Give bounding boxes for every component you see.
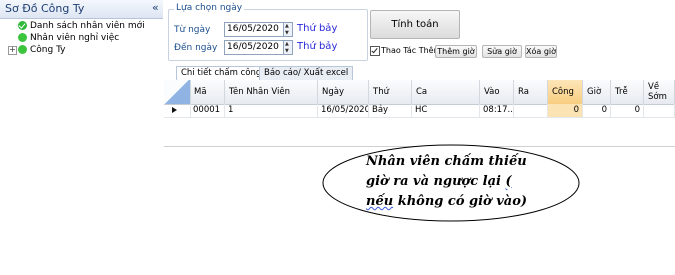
cell-vao[interactable]: 08:17... <box>480 104 514 117</box>
to-weekday: Thứ bảy <box>297 41 338 52</box>
green-dot-icon <box>18 33 27 42</box>
callout-text-fragment: ( <box>505 174 512 189</box>
from-weekday: Thứ bảy <box>297 23 338 34</box>
spin-down-icon[interactable]: ▼ <box>285 48 289 54</box>
tab-report-export[interactable]: Báo cáo/ Xuất excel <box>259 66 354 80</box>
to-date-label: Đến ngày <box>174 43 218 53</box>
cell-ra[interactable] <box>514 104 548 117</box>
check-circle-icon <box>18 21 27 30</box>
add-time-button[interactable]: Thêm giờ <box>435 45 477 58</box>
callout-text-fragment: không có giờ vào) <box>393 194 528 209</box>
edit-time-button[interactable]: Sửa giờ <box>482 45 522 58</box>
column-header[interactable]: Ca <box>412 80 480 104</box>
callout-line: giờ ra và ngược lại ( <box>366 172 566 192</box>
grid-header: Mã Tên Nhân Viên Ngày Thứ Ca Vào Ra Công… <box>164 80 675 105</box>
cell-vesom[interactable] <box>644 104 675 117</box>
green-dot-icon <box>18 45 27 54</box>
tree-item-label: Công Ty <box>30 45 66 55</box>
column-header[interactable]: Ngày <box>318 80 369 104</box>
extra-actions-label: Thao Tác Thêm <box>381 46 442 55</box>
tree-panel-title: Sơ Đồ Công Ty <box>5 2 85 15</box>
spin-up-icon[interactable]: ▲ <box>285 41 289 47</box>
cell-cong[interactable]: 0 <box>548 104 583 117</box>
extra-actions-checkbox[interactable] <box>370 46 380 56</box>
company-tree-panel: Sơ Đồ Công Ty « Danh sách nhân viên mới … <box>0 0 163 150</box>
column-header-selected[interactable]: Công <box>548 80 583 104</box>
cell-gio[interactable]: 0 <box>583 104 611 117</box>
collapse-panel-icon[interactable]: « <box>152 1 159 14</box>
column-header[interactable]: Vào <box>480 80 514 104</box>
date-group-title: Lựa chọn ngày <box>174 3 245 13</box>
callout-line: Nhân viên chấm thiếu <box>366 154 527 169</box>
from-date-label: Từ ngày <box>174 25 211 35</box>
to-date-spinner[interactable]: ▲ ▼ <box>283 40 293 55</box>
column-header[interactable]: Tên Nhân Viên <box>225 80 318 104</box>
expand-plus-icon[interactable]: + <box>8 46 17 55</box>
column-header[interactable]: Mã <box>190 80 225 104</box>
cell-ngay[interactable]: 16/05/2020 <box>318 104 369 117</box>
callout-note: Nhân viên chấm thiếu giờ ra và ngược lại… <box>366 152 566 212</box>
column-header[interactable]: Giờ <box>583 80 611 104</box>
table-row[interactable]: 00001 1 16/05/2020 Bảy HC 08:17... 0 0 0 <box>164 104 675 118</box>
tree-item-new-employees[interactable]: Danh sách nhân viên mới <box>18 20 163 32</box>
to-date-input[interactable]: 16/05/2020 <box>224 40 286 55</box>
delete-time-button[interactable]: Xóa giờ <box>525 45 557 58</box>
calculate-button[interactable]: Tính toán <box>370 10 460 39</box>
callout-line: nếu không có giờ vào) <box>366 192 566 212</box>
cell-thu[interactable]: Bảy <box>369 104 412 117</box>
column-header[interactable]: Về Sớm <box>644 80 675 104</box>
tree-item-resigned-employees[interactable]: Nhân viên nghỉ việc <box>18 32 163 44</box>
callout-text-fragment: giờ ra và ngược lại <box>366 174 506 189</box>
cell-ten[interactable]: 1 <box>225 104 318 117</box>
cell-ma[interactable]: 00001 <box>190 104 225 117</box>
column-header[interactable]: Trễ <box>611 80 644 104</box>
tree-item-company[interactable]: + Công Ty <box>8 44 163 56</box>
tab-attendance-detail[interactable]: Chi tiết chấm công <box>176 66 267 81</box>
tree-item-label: Danh sách nhân viên mới <box>30 21 145 31</box>
cell-tre[interactable]: 0 <box>611 104 644 117</box>
from-date-input[interactable]: 16/05/2020 <box>224 22 286 37</box>
grid-corner[interactable] <box>164 80 191 104</box>
callout-text-fragment: nếu <box>366 194 394 209</box>
column-header[interactable]: Ra <box>514 80 548 104</box>
spin-down-icon[interactable]: ▼ <box>285 30 289 36</box>
attendance-grid: Mã Tên Nhân Viên Ngày Thứ Ca Vào Ra Công… <box>164 80 675 147</box>
cell-ca[interactable]: HC <box>412 104 480 117</box>
column-header[interactable]: Thứ <box>369 80 412 104</box>
row-pointer-icon <box>164 104 191 117</box>
from-date-spinner[interactable]: ▲ ▼ <box>283 22 293 37</box>
spin-up-icon[interactable]: ▲ <box>285 23 289 29</box>
tree-item-label: Nhân viên nghỉ việc <box>30 33 120 43</box>
